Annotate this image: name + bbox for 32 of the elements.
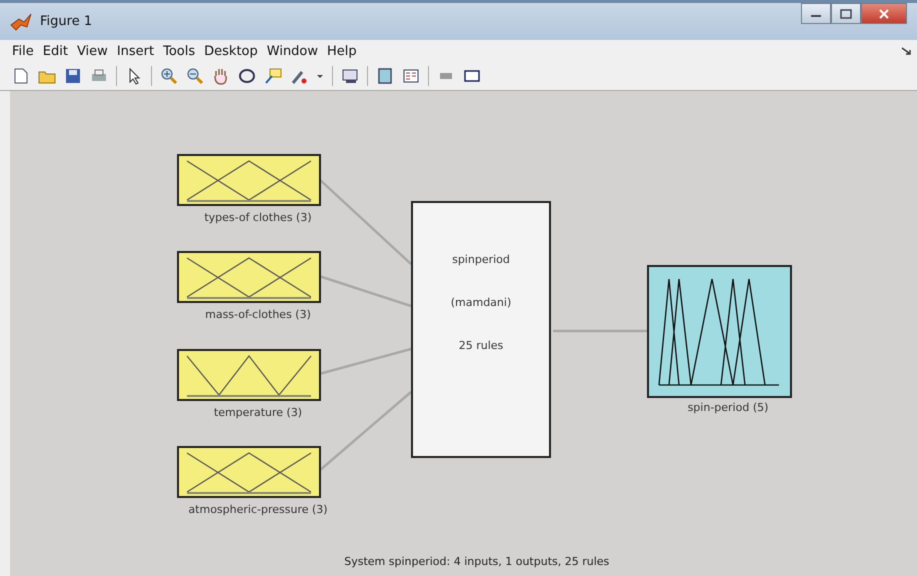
system-block[interactable]: spinperiod (mamdani) 25 rules — [411, 201, 551, 458]
zoom-in-icon[interactable] — [160, 67, 178, 85]
hand-icon[interactable] — [212, 67, 230, 85]
data-cursor-icon[interactable] — [264, 67, 282, 85]
legend-icon[interactable] — [402, 67, 420, 85]
menu-item[interactable]: Tools — [163, 44, 196, 58]
maximize-button[interactable] — [831, 3, 861, 24]
rule-count: 25 rules — [458, 339, 504, 352]
zoom-out-icon[interactable] — [186, 67, 204, 85]
minimize-button[interactable] — [801, 3, 831, 24]
window-title: Figure 1 — [40, 14, 94, 29]
inference-method: (mamdani) — [450, 296, 512, 309]
close-button[interactable] — [861, 3, 907, 24]
input-label: types-of clothes (3) — [204, 211, 312, 224]
system-name: spinperiod — [452, 253, 510, 266]
output-label: spin-period (5) — [688, 401, 768, 414]
menu-item[interactable]: Insert — [116, 44, 154, 58]
close-icon — [878, 8, 890, 18]
save-icon[interactable] — [64, 67, 82, 85]
input-label: temperature (3) — [214, 406, 302, 419]
input-label: atmospheric-pressure (3) — [188, 503, 328, 516]
menu-item[interactable]: Desktop — [204, 44, 258, 58]
status-text: System spinperiod: 4 inputs, 1 outputs, 25 rules — [344, 555, 610, 568]
dock-arrow-icon[interactable] — [901, 47, 911, 55]
maximize-icon — [840, 8, 852, 18]
menu-item[interactable]: Edit — [42, 44, 68, 58]
menu-item[interactable]: View — [76, 44, 108, 58]
menu-item[interactable]: Window — [266, 44, 318, 58]
new-file-icon[interactable] — [12, 67, 30, 85]
menu-item[interactable]: File — [12, 44, 34, 58]
menu-item[interactable]: Help — [327, 44, 357, 58]
input-label: mass-of-clothes (3) — [205, 308, 311, 321]
